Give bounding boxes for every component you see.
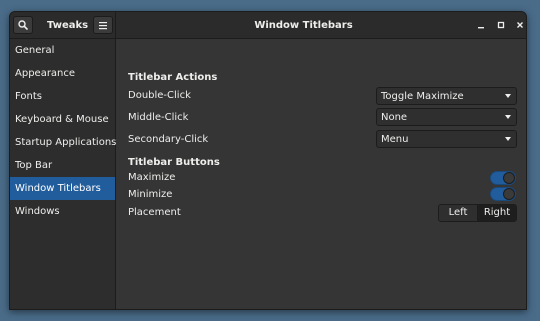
menu-button[interactable] [93, 16, 113, 34]
sidebar-item-window-titlebars[interactable]: Window Titlebars [10, 177, 115, 200]
middle-click-value: None [381, 111, 408, 123]
app-title: Tweaks [47, 20, 89, 31]
sidebar-item-windows[interactable]: Windows [10, 200, 115, 223]
minimize-button[interactable] [474, 18, 488, 32]
settings-panel: Titlebar Actions Double-Click Toggle Max… [116, 39, 526, 309]
titlebar-actions-heading: Titlebar Actions [128, 72, 218, 83]
sidebar-item-fonts[interactable]: Fonts [10, 85, 115, 108]
header-bar-left: Tweaks [10, 12, 116, 38]
close-icon [517, 22, 523, 28]
sidebar-item-startup-applications[interactable]: Startup Applications [10, 131, 116, 154]
secondary-click-value: Menu [381, 133, 409, 145]
chevron-down-icon [505, 137, 511, 141]
sidebar-item-general[interactable]: General [10, 39, 115, 62]
double-click-label: Double-Click [128, 90, 191, 101]
placement-label: Placement [128, 207, 181, 218]
hamburger-menu-icon [99, 21, 107, 29]
maximize-switch[interactable] [490, 171, 516, 185]
placement-toggle: Left Right [438, 204, 517, 222]
minimize-switch[interactable] [490, 187, 516, 201]
switch-knob [503, 188, 515, 200]
middle-click-combo[interactable]: None [376, 108, 517, 126]
sidebar: General Appearance Fonts Keyboard & Mous… [10, 39, 116, 309]
sidebar-item-top-bar[interactable]: Top Bar [10, 154, 115, 177]
header-bar-right: Window Titlebars [116, 12, 526, 38]
minimize-label: Minimize [128, 189, 173, 200]
chevron-down-icon [505, 115, 511, 119]
search-button[interactable] [13, 16, 33, 34]
middle-click-label: Middle-Click [128, 112, 189, 123]
placement-left-button[interactable]: Left [439, 205, 477, 221]
maximize-button[interactable] [494, 18, 508, 32]
secondary-click-label: Secondary-Click [128, 134, 209, 145]
header-bar: Tweaks Window Titlebars [10, 12, 526, 39]
switch-knob [503, 172, 515, 184]
chevron-down-icon [505, 94, 511, 98]
maximize-label: Maximize [128, 172, 176, 183]
titlebar-buttons-heading: Titlebar Buttons [128, 157, 220, 168]
double-click-value: Toggle Maximize [381, 90, 464, 102]
minimize-icon [478, 27, 484, 29]
secondary-click-combo[interactable]: Menu [376, 130, 517, 148]
placement-right-button[interactable]: Right [477, 205, 516, 221]
search-icon [18, 20, 28, 30]
maximize-icon [497, 21, 505, 29]
close-button[interactable] [513, 18, 526, 32]
tweaks-window: Tweaks Window Titlebars General Appearan… [9, 11, 527, 310]
window-title: Window Titlebars [254, 20, 353, 31]
sidebar-item-keyboard-mouse[interactable]: Keyboard & Mouse [10, 108, 115, 131]
sidebar-item-appearance[interactable]: Appearance [10, 62, 115, 85]
double-click-combo[interactable]: Toggle Maximize [376, 87, 517, 105]
